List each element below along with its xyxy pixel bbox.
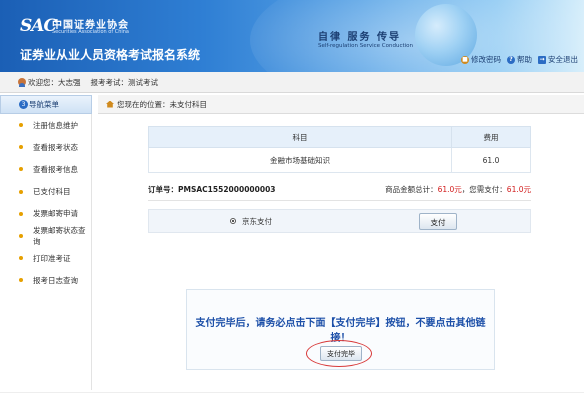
breadcrumb-text: 您现在的位置：未支付科目 (117, 99, 207, 109)
nav-number-icon: 3 (19, 100, 28, 109)
sidebar-menu: 注册信息维护 查看报考状态 查看报考信息 已支付科目 发票邮寄申请 发票邮寄状态… (0, 114, 92, 390)
order-info: 订单号：PMSAC1552000000003 商品金额总计：61.0元，您需支付… (148, 182, 531, 197)
order-number: 订单号：PMSAC1552000000003 (148, 185, 276, 194)
fee-cell: 61.0 (451, 147, 531, 173)
sidebar-item-label: 发票邮寄状态查询 (33, 226, 86, 247)
slogan-en: Self-regulation Service Conduction (318, 43, 414, 49)
order-total: 商品金额总计：61.0元，您需支付：61.0元 (385, 184, 531, 195)
pay-amount: 61.0元 (506, 185, 531, 194)
payment-method-row: 京东支付 支付 (148, 209, 531, 233)
sidebar-item-label: 查看报考状态 (33, 142, 78, 152)
sidebar-item-label: 打印准考证 (33, 253, 71, 263)
sidebar-item-label: 注册信息维护 (33, 120, 78, 130)
sidebar-item-exam-info[interactable]: 查看报考信息 (0, 158, 91, 180)
pay-prefix: ，您需支付： (461, 185, 507, 194)
system-title: 证券业从业人员资格考试报名系统 (20, 48, 201, 62)
total-prefix: 商品金额总计： (385, 185, 438, 194)
sidebar-item-register-info[interactable]: 注册信息维护 (0, 114, 91, 136)
breadcrumb: 您现在的位置：未支付科目 (98, 95, 584, 114)
help-icon: ? (507, 55, 515, 64)
bullet-icon (19, 256, 23, 261)
subject-cell: 金融市场基础知识 (148, 147, 452, 173)
sidebar-item-paid-subjects[interactable]: 已支付科目 (0, 181, 91, 203)
payment-done-button[interactable]: 支付完毕 (320, 346, 362, 361)
sidebar-item-label: 发票邮寄申请 (33, 209, 78, 219)
payment-notice-box: 支付完毕后，请务必点击下面【支付完毕】按钮，不要点击其他链接！ 支付完毕 (186, 289, 495, 370)
bullet-icon (19, 189, 23, 194)
pay-button[interactable]: 支付 (419, 213, 457, 230)
welcome-text: 欢迎您：大志强 (28, 77, 81, 87)
user-info-bar: 欢迎您：大志强 报考考试：测试考试 (0, 72, 584, 93)
payment-method-label: 京东支付 (242, 217, 272, 226)
top-links: ■ 修改密码 ? 帮助 → 安全退出 (461, 54, 578, 65)
sac-logo: SAC (20, 16, 57, 36)
footer-divider (0, 392, 584, 393)
sidebar-item-invoice-status[interactable]: 发票邮寄状态查询 (0, 225, 91, 247)
divider (148, 200, 531, 201)
column-header-fee: 费用 (451, 126, 531, 148)
bullet-icon (19, 167, 23, 172)
subject-table: 科目 费用 金融市场基础知识 61.0 (148, 126, 531, 173)
change-password-label: 修改密码 (471, 55, 501, 64)
bullet-icon (19, 233, 23, 238)
sidebar-heading: 3 导航菜单 (0, 95, 92, 114)
bullet-icon (19, 211, 23, 216)
sidebar-item-label: 查看报考信息 (33, 164, 78, 174)
sidebar-item-exam-status[interactable]: 查看报考状态 (0, 136, 91, 158)
lock-icon: ■ (461, 55, 469, 64)
slogan-cn: 自律 服务 传导 (318, 32, 401, 43)
sidebar-item-label: 报考日志查询 (33, 275, 78, 285)
sidebar-item-label: 已支付科目 (33, 187, 71, 197)
header-banner: SAC 中国证券业协会 Securities Association of Ch… (0, 0, 584, 72)
association-name-en: Securities Association of China (52, 29, 129, 35)
bullet-icon (19, 123, 23, 127)
bullet-icon (19, 145, 23, 150)
logout-label: 安全退出 (548, 55, 578, 64)
help-label: 帮助 (517, 55, 532, 64)
sidebar-item-exam-log[interactable]: 报考日志查询 (0, 269, 91, 291)
exam-text: 报考考试：测试考试 (90, 77, 159, 87)
user-icon (18, 78, 26, 87)
jd-pay-radio[interactable] (230, 218, 236, 224)
table-header-row: 科目 费用 (148, 126, 531, 148)
change-password-link[interactable]: ■ 修改密码 (461, 54, 501, 65)
bullet-icon (19, 278, 23, 283)
sidebar-item-print-admission[interactable]: 打印准考证 (0, 247, 91, 269)
column-header-subject: 科目 (148, 126, 452, 148)
logout-link[interactable]: → 安全退出 (538, 54, 578, 65)
total-amount: 61.0元 (437, 185, 462, 194)
help-link[interactable]: ? 帮助 (507, 54, 532, 65)
home-icon (106, 100, 114, 108)
logout-icon: → (538, 55, 546, 64)
table-row: 金融市场基础知识 61.0 (148, 147, 531, 173)
sidebar-item-invoice-request[interactable]: 发票邮寄申请 (0, 203, 91, 225)
sidebar-heading-label: 导航菜单 (29, 100, 59, 109)
